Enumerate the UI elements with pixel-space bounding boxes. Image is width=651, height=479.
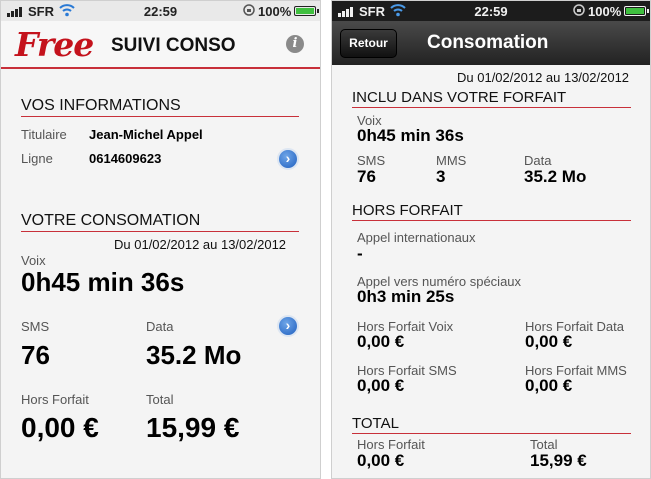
section-votre-consomation: VOTRE CONSOMATION bbox=[21, 212, 299, 232]
hf-sms-value: 0,00 € bbox=[357, 376, 405, 395]
voix-label: Voix bbox=[21, 253, 46, 268]
hf-data-value: 0,00 € bbox=[525, 332, 573, 351]
data-label: Data bbox=[524, 153, 552, 168]
ligne-label: Ligne bbox=[21, 151, 53, 166]
rotation-lock-icon bbox=[573, 4, 585, 19]
ligne-value: 0614609623 bbox=[89, 151, 162, 166]
appel-internationaux-label: Appel internationaux bbox=[357, 230, 476, 245]
app-header: Free SUIVI CONSO i bbox=[1, 21, 320, 69]
total-label: Total bbox=[530, 437, 558, 452]
hf-mms-value: 0,00 € bbox=[525, 376, 573, 395]
nav-bar: Retour Consomation bbox=[332, 21, 650, 65]
mms-value: 3 bbox=[436, 167, 446, 186]
sms-label: SMS bbox=[357, 153, 386, 168]
section-total: TOTAL bbox=[352, 415, 631, 434]
mms-label: MMS bbox=[436, 153, 467, 168]
back-button[interactable]: Retour bbox=[340, 29, 397, 58]
info-icon[interactable]: i bbox=[286, 35, 304, 53]
battery-percent: 100% bbox=[588, 4, 622, 19]
section-vos-informations: VOS INFORMATIONS bbox=[21, 97, 299, 117]
total-label: Total bbox=[146, 392, 174, 407]
battery-icon bbox=[294, 6, 319, 16]
sms-value: 76 bbox=[21, 340, 50, 370]
titulaire-label: Titulaire bbox=[21, 127, 67, 142]
hors-forfait-value: 0,00 € bbox=[21, 412, 99, 443]
consomation-detail-button[interactable]: › bbox=[277, 315, 299, 337]
total-value: 15,99 € bbox=[146, 412, 240, 443]
hf-voix-value: 0,00 € bbox=[357, 332, 405, 351]
status-bar: SFR 22:59 100% bbox=[332, 1, 650, 21]
total-value: 15,99 € bbox=[530, 451, 587, 470]
section-hors-forfait: HORS FORFAIT bbox=[352, 202, 631, 221]
battery-icon bbox=[624, 6, 649, 16]
date-range: Du 01/02/2012 au 13/02/2012 bbox=[457, 70, 630, 85]
section-inclu-forfait: INCLU DANS VOTRE FORFAIT bbox=[352, 89, 631, 108]
appel-internationaux-value: - bbox=[357, 244, 363, 263]
page-title: SUIVI CONSO bbox=[111, 35, 236, 56]
data-value: 35.2 Mo bbox=[146, 340, 242, 370]
hors-forfait-label: Hors Forfait bbox=[21, 392, 89, 407]
appel-speciaux-value: 0h3 min 25s bbox=[357, 287, 455, 306]
screen-consomation: SFR 22:59 100% Retour Consomation Du 01/… bbox=[331, 0, 651, 479]
titulaire-value: Jean-Michel Appel bbox=[89, 127, 203, 142]
date-range: Du 01/02/2012 au 13/02/2012 bbox=[114, 237, 287, 252]
sms-value: 76 bbox=[357, 167, 376, 186]
page-title: Consomation bbox=[427, 32, 549, 53]
voix-value: 0h45 min 36s bbox=[357, 126, 464, 145]
data-label: Data bbox=[146, 319, 174, 334]
total-hors-forfait-value: 0,00 € bbox=[357, 451, 405, 470]
voix-value: 0h45 min 36s bbox=[21, 267, 185, 297]
total-hors-forfait-label: Hors Forfait bbox=[357, 437, 425, 452]
ligne-detail-button[interactable]: › bbox=[277, 148, 299, 170]
data-value: 35.2 Mo bbox=[524, 167, 587, 186]
battery-percent: 100% bbox=[258, 4, 292, 19]
screen-suivi-conso: SFR 22:59 100% Free SUIVI CONSO i VOS IN… bbox=[0, 0, 321, 479]
status-bar: SFR 22:59 100% bbox=[1, 1, 320, 21]
sms-label: SMS bbox=[21, 319, 50, 334]
free-logo: Free bbox=[15, 25, 94, 64]
rotation-lock-icon bbox=[243, 4, 255, 19]
